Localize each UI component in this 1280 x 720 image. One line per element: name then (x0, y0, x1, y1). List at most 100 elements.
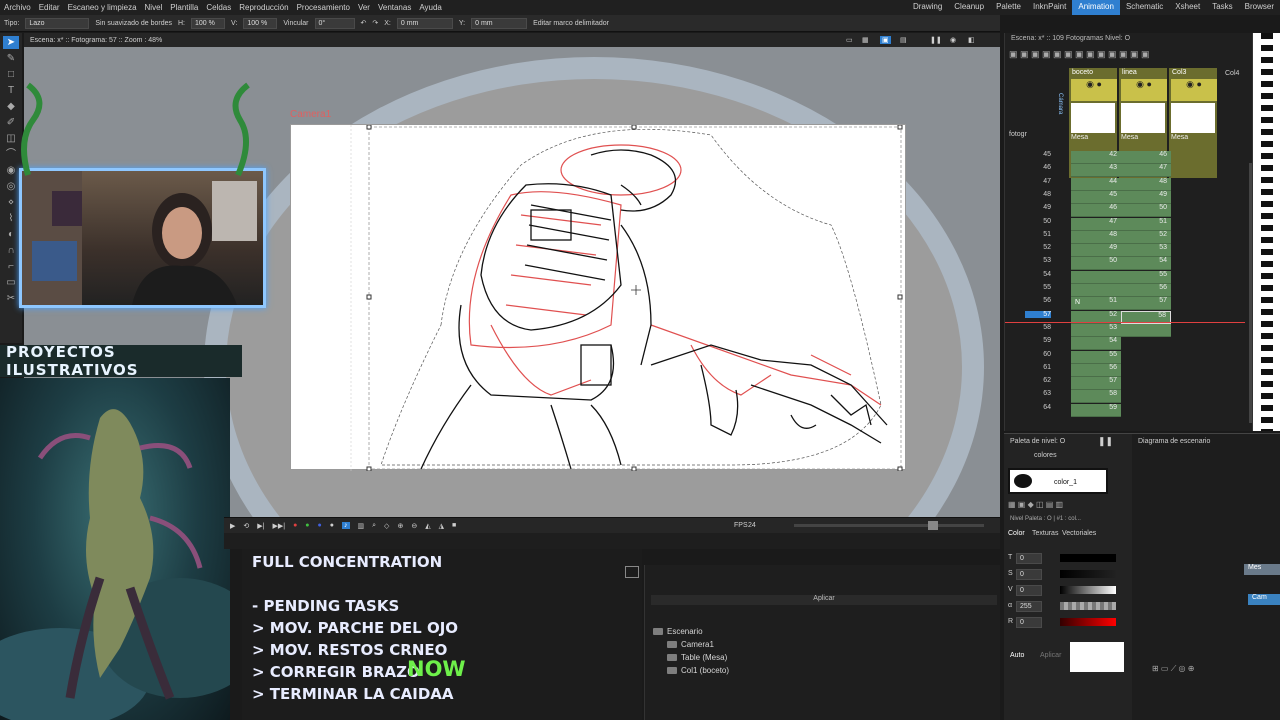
xsheet-cell[interactable]: 50 (1121, 204, 1171, 218)
table-view-icon[interactable]: ▤ (900, 36, 907, 44)
frame-row[interactable]: 63 58 (1005, 390, 1245, 404)
frame-row[interactable]: 54 55 (1005, 270, 1245, 284)
style-chip[interactable]: color_1 (1008, 468, 1108, 494)
xsheet-cell[interactable]: 56 (1121, 284, 1171, 297)
tab-vectoriales[interactable]: Vectoriales (1062, 530, 1096, 537)
alpha-channel-icon[interactable]: ● (330, 522, 334, 529)
frame-row[interactable]: 46 43 47 (1005, 164, 1245, 178)
pinch-tool-icon[interactable]: ⌇ (3, 212, 19, 225)
xsheet-cell[interactable] (1121, 323, 1171, 337)
frame-row[interactable]: 64 59 (1005, 403, 1245, 417)
xsheet-cell[interactable]: 43 (1071, 164, 1121, 178)
frame-row[interactable]: 52 49 53 (1005, 244, 1245, 258)
room-inknpaint[interactable]: InknPaint (1027, 0, 1072, 15)
preview-toggle-icon[interactable]: ◉ ● (1121, 79, 1167, 101)
menu-escaneo[interactable]: Escaneo y limpieza (64, 3, 141, 12)
room-tasks[interactable]: Tasks (1206, 0, 1238, 15)
xsheet-cell[interactable]: 45 (1071, 190, 1121, 204)
tab-color[interactable]: Color (1008, 530, 1025, 537)
iron-tool-icon[interactable]: ▭ (3, 276, 19, 289)
xsheet-cell[interactable]: 52 (1121, 230, 1171, 244)
loop-icon[interactable]: ⟲ (243, 522, 249, 530)
xsheet-cell[interactable]: 47 (1071, 217, 1121, 231)
selection-tool-icon[interactable]: ➤ (3, 36, 19, 49)
preview-toggle-icon[interactable]: ◉ ● (1171, 79, 1217, 101)
xsheet-cell[interactable]: 54 (1121, 257, 1171, 271)
xsheet-cell[interactable]: 42 (1071, 151, 1121, 164)
xsheet-cell[interactable]: 57 (1071, 377, 1121, 391)
menu-archivo[interactable]: Archivo (0, 3, 35, 12)
xsheet-cell[interactable]: 58 (1071, 390, 1121, 404)
camera-view-icon[interactable]: ▣ (880, 36, 891, 44)
menu-ayuda[interactable]: Ayuda (415, 3, 446, 12)
xsheet-cell[interactable]: 46 (1071, 204, 1121, 218)
frame-row[interactable]: 59 54 (1005, 337, 1245, 351)
xsheet-cell[interactable]: 54 (1071, 337, 1121, 351)
control-point-icon[interactable]: ⋄ (3, 196, 19, 209)
zoom-icon[interactable]: ⌕ (372, 522, 376, 530)
xsheet-cell[interactable]: 55 (1071, 350, 1121, 364)
drawing-canvas[interactable] (291, 124, 907, 472)
channel-value-field[interactable]: 0 (1016, 553, 1042, 564)
xsheet-cell[interactable]: 49 (1071, 244, 1121, 258)
play-icon[interactable]: ▶ (230, 522, 235, 530)
channel-slider[interactable] (1060, 554, 1116, 562)
xsheet-cell[interactable]: 53 (1071, 323, 1121, 337)
frame-row[interactable]: 48 45 49 (1005, 190, 1245, 204)
panel-toggle-icon[interactable] (625, 566, 639, 578)
room-drawing[interactable]: Drawing (907, 0, 948, 15)
xsheet-cell[interactable]: 48 (1121, 177, 1171, 191)
flip-icon[interactable]: ◭ (425, 522, 430, 530)
channel-slider[interactable] (1060, 602, 1116, 610)
frame-row[interactable]: 56 51 57 (1005, 297, 1245, 311)
undo-icon[interactable]: ↶ (361, 19, 367, 27)
sound-icon[interactable]: ♪ (342, 522, 350, 529)
xsheet-cell[interactable]: 53 (1121, 244, 1171, 258)
room-palette[interactable]: Palette (990, 0, 1027, 15)
tree-root[interactable]: Escenario (653, 627, 703, 636)
apply-button[interactable]: Aplicar (1040, 652, 1061, 659)
field-guide-icon[interactable]: ▦ (862, 36, 869, 44)
xsheet-cell[interactable]: 46 (1121, 151, 1171, 164)
room-xsheet[interactable]: Xsheet (1169, 0, 1206, 15)
frame-row[interactable]: 47 44 48 (1005, 177, 1245, 191)
next-frame-icon[interactable]: ▶| (257, 522, 264, 530)
menu-celdas[interactable]: Celdas (202, 3, 235, 12)
green-channel-icon[interactable]: ● (305, 522, 309, 529)
cutter-tool-icon[interactable]: ✂ (3, 292, 19, 305)
schematic-node-camera[interactable]: Cam (1248, 594, 1280, 605)
fps-field[interactable]: 24 (748, 522, 756, 529)
menu-ver[interactable]: Ver (354, 3, 374, 12)
preview-toggle-icon[interactable]: ◉ ● (1071, 79, 1117, 101)
channel-value-field[interactable]: 0 (1016, 569, 1042, 580)
frame-row[interactable]: 53 50 54 (1005, 257, 1245, 271)
xsheet-cell[interactable] (1071, 284, 1121, 297)
preview-icon[interactable]: ◉ (950, 36, 956, 44)
channel-slider[interactable] (1060, 586, 1116, 594)
freeze-palette-icon[interactable]: ❚❚ (1098, 436, 1113, 447)
v-scale-field[interactable]: 100 % (243, 17, 278, 29)
rgb-picker-icon[interactable]: ◎ (3, 180, 19, 193)
pump-tool-icon[interactable]: ◐ (3, 228, 19, 241)
histogram-icon[interactable]: ▥ (358, 522, 365, 530)
keyframe-icon[interactable]: ◇ (384, 522, 389, 530)
h-scale-field[interactable]: 100 % (190, 17, 225, 29)
viewer-scrollbar[interactable] (224, 533, 1000, 549)
angle-field[interactable]: 0° (314, 17, 355, 29)
xsheet-cell[interactable]: 51 (1121, 217, 1171, 231)
frame-row[interactable]: 49 46 50 (1005, 204, 1245, 218)
x-position-field[interactable]: 0 mm (396, 17, 453, 29)
zoom-in-icon[interactable]: ⊕ (397, 522, 403, 530)
camera-frame[interactable] (290, 124, 907, 472)
column-col4[interactable]: Col4 (1225, 70, 1239, 77)
xsheet-cell[interactable]: 49 (1121, 190, 1171, 204)
xsheet-cell[interactable]: 59 (1071, 403, 1121, 417)
menu-editar[interactable]: Editar (35, 3, 64, 12)
room-animation[interactable]: Animation (1072, 0, 1120, 15)
palette-tab[interactable]: colores (1034, 452, 1057, 459)
reset-view-icon[interactable]: ■ (452, 522, 456, 529)
level-name-field[interactable]: fotogr (1009, 131, 1027, 138)
frame-row[interactable]: 45 42 46 (1005, 151, 1245, 164)
safe-area-icon[interactable]: ▭ (846, 36, 853, 44)
tree-item-table[interactable]: Table (Mesa) (667, 653, 727, 662)
